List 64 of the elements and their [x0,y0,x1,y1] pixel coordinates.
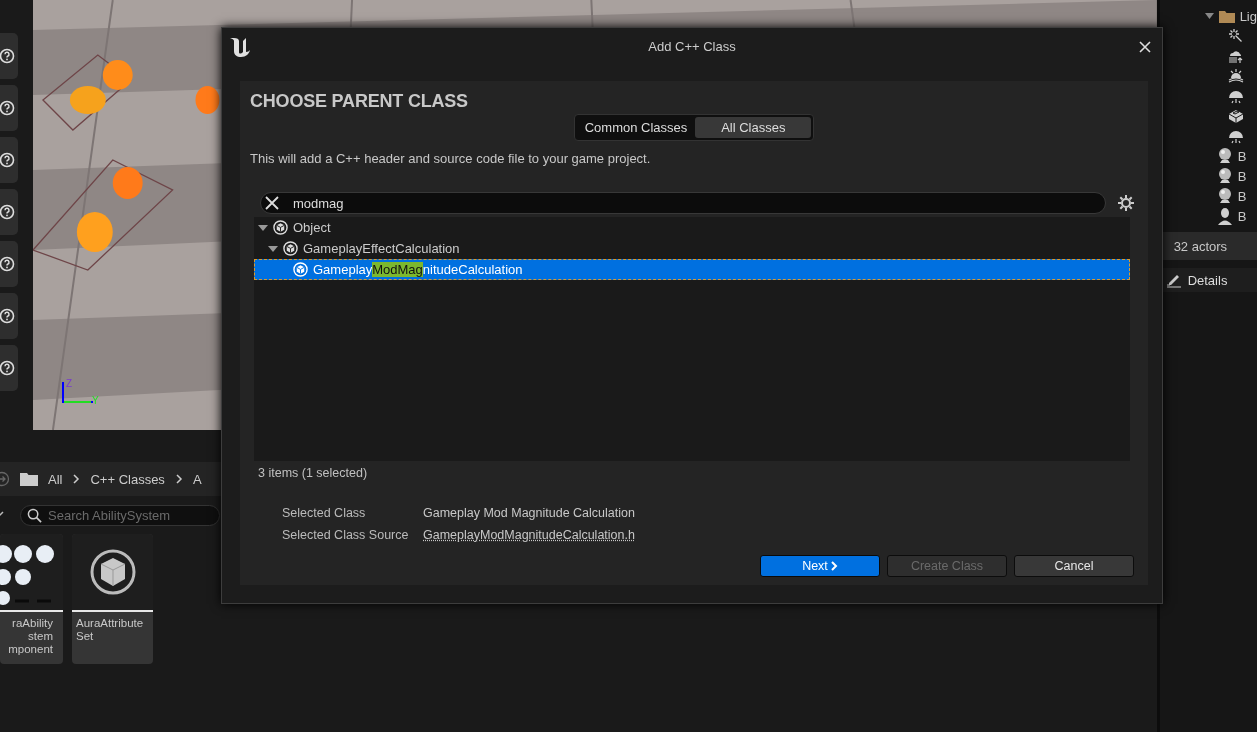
outliner-item[interactable]: B [1237,168,1247,184]
tree-item[interactable]: Object [254,217,1130,238]
tree-item[interactable]: GameplayModMagnitudeCalculation [254,259,1130,280]
sunset-icon [1227,68,1244,84]
chevron-icon [174,474,183,484]
help-icon [0,204,15,220]
settings-button[interactable] [1118,195,1134,211]
search-field[interactable]: Search AbilitySystem [20,504,220,526]
light-icon [1227,28,1244,44]
dialog-title: Add C++ Class [648,39,736,54]
help-icon [0,100,15,116]
search-icon [27,507,42,523]
outliner-item[interactable]: B [1237,208,1247,224]
tree-item[interactable]: GameplayEffectCalculation [254,238,1130,259]
asset-tile[interactable]: AuraAttribute Set [72,534,153,664]
clear-icon[interactable] [264,195,280,211]
folder-icon [1218,9,1235,23]
breadcrumb-link[interactable]: C++ Classes [90,471,165,487]
class-icon [283,241,298,256]
info-label: Selected Class [282,506,367,520]
outliner-item[interactable]: B [1237,148,1247,164]
breadcrumb-link[interactable]: All [48,471,63,487]
dome-icon [1227,128,1244,144]
class-icon [293,262,308,277]
dialog-button[interactable]: Cancel [1014,555,1134,577]
help-icon [0,48,15,64]
item-count: 3 items (1 selected) [258,466,368,480]
camera-icon [1216,147,1233,165]
dome-icon [1227,88,1244,104]
dialog-button[interactable]: Next [760,555,880,577]
help-icon [0,360,15,376]
class-icon [273,220,288,235]
breadcrumb-link[interactable]: A [192,471,202,487]
chevron-icon [830,561,838,571]
description-text: This will add a C++ header and source code file to your game project. [250,151,652,166]
help-icon [0,308,15,324]
outliner-item[interactable]: B [1237,188,1247,204]
camera-icon [1216,187,1233,205]
info-label: Selected Class Source [282,528,410,542]
axis-gizmo-drawing: Z Y [61,378,101,404]
box-icon [1227,108,1244,124]
info-value: Gameplay Mod Magnitude Calculation [423,506,636,520]
search-field[interactable]: modmag [260,192,1106,214]
tab[interactable]: All Classes [695,117,812,138]
chevron-icon [72,474,81,484]
expanded-arrow-icon[interactable] [268,243,278,254]
help-icon [0,152,15,168]
expanded-arrow-icon[interactable] [1204,12,1214,20]
asset-label: AuraAttribute Set [75,616,145,644]
help-icon [0,256,15,272]
camera-icon [1216,167,1233,185]
expanded-arrow-icon[interactable] [258,222,268,233]
pencil-icon [1165,272,1182,288]
outliner-item[interactable]: Lig [1239,8,1257,24]
cube-icon [89,549,136,595]
dialog-heading: CHOOSE PARENT CLASS [250,91,468,111]
folder-icon [20,472,38,486]
tab[interactable]: Common Classes [576,117,696,138]
source-link[interactable]: GameplayModMagnitudeCalculation.h [423,528,635,542]
settings-icon [1118,195,1134,211]
asset-label: raAbility stem mponent [7,616,54,657]
person-icon [1216,207,1233,225]
cloud-icon [1227,48,1244,64]
asset-tile[interactable]: raAbility stem mponent [0,534,63,664]
